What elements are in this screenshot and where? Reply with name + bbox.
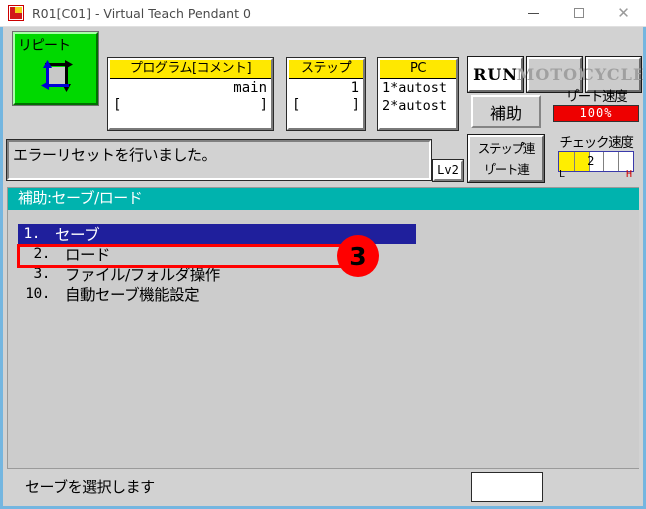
repeat-cycle-icon	[41, 60, 73, 92]
menu-item[interactable]: 3. ファイル/フォルダ操作	[18, 264, 639, 284]
menu-item[interactable]: 2. ロード	[18, 244, 639, 264]
bracket-left: [	[113, 97, 122, 113]
program-panel-header: プログラム[コメント]	[110, 60, 271, 79]
check-speed-high-label: H	[625, 169, 632, 180]
check-speed-group: チェック速度 2 L H	[549, 135, 643, 183]
message-text: エラーリセットを行いました。	[13, 146, 217, 164]
virtual-teach-pendant-window: R01[C01] - Virtual Teach Pendant 0 ✕ リピー…	[0, 0, 646, 509]
main-screen: 補助:セーブ/ロード 1. セーブ 2. ロード 3. ファイル/フォルダ操作 10. 自動セ…	[7, 187, 639, 468]
pendant-surface: リピート プログラム[コメント] main [] ステップ゚ 1 [] PC…	[3, 27, 643, 506]
state-button-cycle[interactable]: CYCLE	[581, 56, 643, 93]
menu-item-number: 2.	[33, 246, 51, 262]
step-panel[interactable]: ステップ゚ 1 [ ]	[286, 57, 366, 131]
aux-button[interactable]: 補助	[471, 95, 541, 128]
linked-run-line-2: リ゚ート連	[483, 161, 529, 177]
repeat-speed-value: 100%	[553, 105, 639, 122]
screen-header-title: 補助:セーブ/ロード	[8, 188, 639, 210]
step-panel-comment: [ ]	[289, 97, 363, 113]
program-panel[interactable]: プログラム[コメント] main [ ]	[107, 57, 274, 131]
message-bar: エラーリセットを行いました。	[6, 139, 432, 181]
pc-panel-line-2: 2*autost	[382, 98, 448, 114]
menu-item-label: ロード	[65, 246, 111, 264]
window-title: R01[C01] - Virtual Teach Pendant 0	[32, 5, 251, 21]
check-speed-gauge: 2	[558, 151, 634, 172]
step-panel-value: 1	[350, 80, 359, 96]
close-icon: ✕	[617, 3, 630, 22]
program-panel-comment: [ ]	[110, 97, 271, 113]
menu-item[interactable]: 10. 自動セーブ機能設定	[18, 284, 639, 304]
kawasaki-logo-icon	[8, 5, 24, 21]
menu-list: 1. セーブ 2. ロード 3. ファイル/フォルダ操作 10. 自動セーブ機能設定	[8, 224, 639, 304]
check-speed-low-label: L	[559, 169, 566, 180]
step-panel-header: ステップ゚	[289, 60, 363, 79]
bracket-right: ]	[351, 97, 360, 113]
pc-panel-header: PC	[380, 60, 456, 79]
program-panel-value: main	[233, 80, 267, 96]
pc-panel[interactable]: PC 1*autost 2*autost	[377, 57, 459, 131]
close-button[interactable]: ✕	[601, 0, 646, 27]
window-controls: ✕	[511, 0, 646, 27]
state-button-motor[interactable]: MOTOR	[517, 56, 591, 93]
annotation-step-badge: 3	[337, 235, 379, 277]
menu-item-number: 3.	[33, 266, 51, 282]
menu-item-label: ファイル/フォルダ操作	[65, 266, 220, 284]
check-speed-value: 2	[587, 154, 595, 168]
menu-item-label: 自動セーブ機能設定	[65, 286, 200, 304]
pc-panel-line-1: 1*autost	[382, 80, 448, 96]
error-level-badge: Lv2	[432, 159, 464, 182]
bracket-left: [	[292, 97, 301, 113]
repeat-speed-label: リ゚ート速度	[565, 89, 628, 105]
mode-button-repeat[interactable]: リピート	[12, 31, 99, 106]
menu-item-label: セーブ	[55, 226, 100, 244]
repeat-speed-group: リ゚ート速度 100%	[549, 89, 643, 122]
bottom-input-box[interactable]	[471, 472, 543, 502]
linked-run-button[interactable]: ステップ゚連 リ゚ート連	[467, 134, 545, 183]
window-frame: リピート プログラム[コメント] main [] ステップ゚ 1 [] PC…	[0, 27, 646, 509]
title-bar: R01[C01] - Virtual Teach Pendant 0 ✕	[0, 0, 646, 27]
bracket-right: ]	[259, 97, 268, 113]
minimize-button[interactable]	[511, 0, 556, 27]
maximize-button[interactable]	[556, 0, 601, 27]
check-speed-endpoints: L H	[558, 169, 634, 183]
bottom-status-bar: セーブを選択します	[7, 468, 639, 502]
linked-run-line-1: ステップ゚連	[477, 140, 536, 156]
menu-item-number: 1.	[23, 226, 41, 242]
check-speed-ticks	[559, 152, 633, 171]
state-button-run[interactable]: RUN	[467, 56, 524, 93]
bottom-status-text: セーブを選択します	[25, 478, 155, 496]
menu-item-number: 10.	[25, 286, 50, 302]
mode-button-label: リピート	[18, 38, 71, 54]
check-speed-label: チェック速度	[559, 135, 634, 151]
